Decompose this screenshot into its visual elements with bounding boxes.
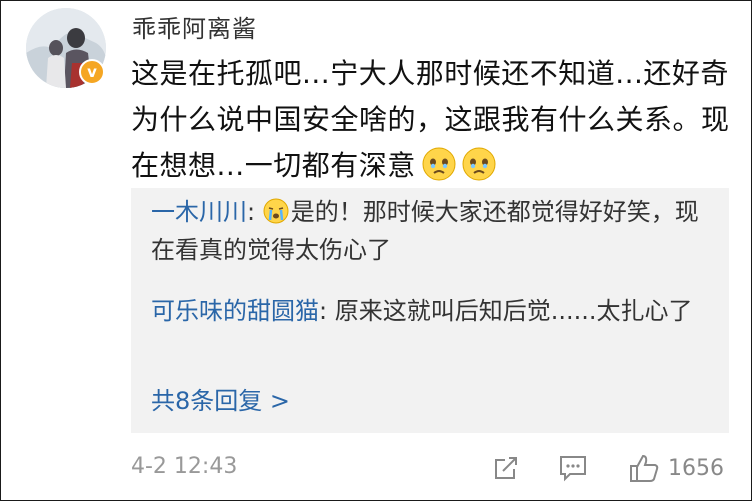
reply-item[interactable]: 一木川川: 是的！那时候大家还都觉得好好笑，现在看真的觉得太伤心了 (151, 193, 706, 269)
share-icon (492, 454, 520, 482)
reply-username[interactable]: 一木川川 (151, 198, 247, 226)
reply-separator: : (319, 297, 328, 325)
like-button[interactable]: 1656 (628, 451, 724, 485)
comment-timestamp: 4-2 12:43 (131, 454, 238, 479)
comment-button[interactable] (558, 451, 588, 485)
like-count: 1656 (668, 455, 724, 481)
comment-icon (558, 454, 588, 482)
share-button[interactable] (492, 451, 520, 485)
replies-panel: 一木川川: 是的！那时候大家还都觉得好好笑，现在看真的觉得太伤心了 可乐味的甜圆… (131, 188, 729, 433)
crying-face-icon (263, 198, 289, 224)
sad-face-icon (422, 147, 456, 181)
verified-badge-icon: v (79, 59, 105, 85)
comment-body: 这是在托孤吧...宁大人那时候还不知道...还好奇为什么说中国安全啥的，这跟我有… (131, 51, 731, 189)
reply-text: 原来这就叫后知后觉......太扎心了 (334, 297, 693, 325)
sad-face-icon (462, 147, 496, 181)
like-icon (628, 453, 660, 483)
comment-username[interactable]: 乖乖阿离酱 (132, 9, 257, 44)
comment-card: v 乖乖阿离酱 这是在托孤吧...宁大人那时候还不知道...还好奇为什么说中国安… (0, 0, 752, 501)
reply-username[interactable]: 可乐味的甜圆猫 (151, 297, 319, 325)
more-replies-link[interactable]: 共8条回复 > (151, 381, 290, 416)
reply-separator: : (247, 198, 256, 226)
reply-item[interactable]: 可乐味的甜圆猫: 原来这就叫后知后觉......太扎心了 (151, 292, 706, 330)
